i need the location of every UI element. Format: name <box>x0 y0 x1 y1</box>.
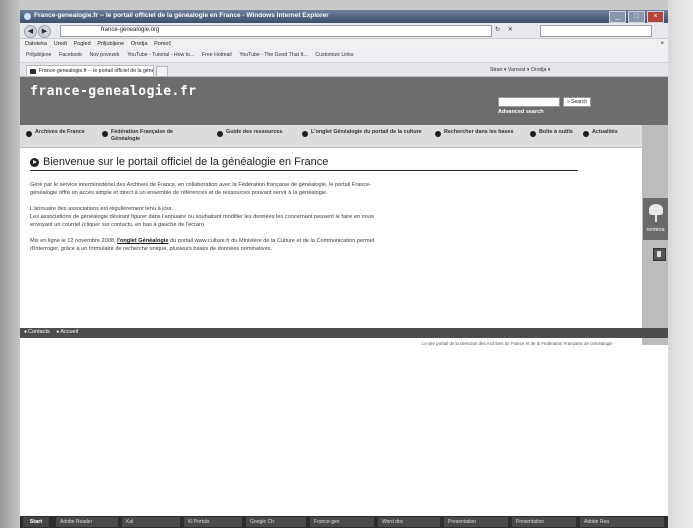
title-bar: France-genealogie.fr -- le portail offic… <box>20 10 668 23</box>
ie-logo-icon <box>24 13 31 20</box>
taskbar-item[interactable]: Adobe Reader <box>56 517 118 527</box>
monitor-bezel-right <box>668 0 693 528</box>
taskbar-item[interactable]: Kl Portals <box>184 517 242 527</box>
advanced-search-link[interactable]: Advanced search <box>498 109 544 115</box>
nav-item-rechercher[interactable]: Rechercher dans les bases <box>435 129 532 137</box>
footer-link-contacts[interactable]: Contacts <box>24 329 50 335</box>
paragraph-line: L'annuaire des associations est régulièr… <box>30 206 173 212</box>
paragraph-line: Mis en ligne le 12 novembre 2008, l'ongl… <box>30 237 630 245</box>
menu-item-help[interactable]: Pomoč <box>154 39 171 49</box>
site-search-input[interactable] <box>498 97 560 107</box>
command-bar[interactable]: Stran ▾ Varnost ▾ Orodja ▾ <box>490 65 550 76</box>
paragraph-line: Géré par le service interministériel des… <box>30 182 372 188</box>
nomina-label: nomina <box>646 227 665 233</box>
address-url: france-genealogie.org <box>101 27 160 33</box>
forward-button[interactable]: ▶ <box>38 25 51 38</box>
nomina-banner[interactable]: nomina <box>643 198 668 240</box>
browser-search-input[interactable] <box>540 25 652 37</box>
address-row: ◀ ▶ france-genealogie.org ↻ ✕ <box>20 23 668 39</box>
favorite-link[interactable]: YouTube - The Good That It... <box>239 49 307 62</box>
tab-active[interactable]: France-genealogie.fr -- le portail offic… <box>26 65 154 76</box>
taskbar-item[interactable]: Presentation <box>512 517 576 527</box>
taskbar-item[interactable]: France-gen <box>310 517 374 527</box>
paragraph-line: généalogie offre un accès simple et dire… <box>30 190 328 196</box>
main-content: Bienvenue sur le portail officiel de la … <box>30 156 630 253</box>
arrow-bullet-icon <box>30 158 39 167</box>
site-search-button[interactable]: » Search <box>563 97 591 107</box>
onglet-paragraph: Mis en ligne le 12 novembre 2008, l'ongl… <box>30 237 630 253</box>
paragraph-text: du portail www.culture.fr du Ministère d… <box>168 238 375 244</box>
nav-item-onglet[interactable]: L'onglet Généalogie du portail de la cul… <box>302 129 429 137</box>
menu-bar: Datoteka Uredi Pogled Priljubljene Orodj… <box>20 39 668 49</box>
window-controls: _ □ × <box>609 11 664 23</box>
site-logo[interactable]: france-genealogie.fr <box>30 84 197 99</box>
maximize-button[interactable]: □ <box>628 11 645 23</box>
taskbar: Start Adobe Reader Kal Kl Portals Google… <box>20 516 668 528</box>
paragraph-line: Les associations de généalogie désirant … <box>30 214 374 220</box>
minimize-button[interactable]: _ <box>609 11 626 23</box>
taskbar-item[interactable]: Word doc <box>378 517 440 527</box>
taskbar-item[interactable]: Presentation <box>444 517 508 527</box>
refresh-stop-controls[interactable]: ↻ ✕ <box>495 26 516 33</box>
paragraph-line: envoyant un courriel (cliquer sur contac… <box>30 222 206 228</box>
footer-link-accueil[interactable]: Accueil <box>56 329 78 335</box>
nav-item-archives[interactable]: Archives de France <box>26 129 95 137</box>
menu-item-edit[interactable]: Uredi <box>54 39 67 49</box>
site-nav: Archives de France Fédération Française … <box>20 125 668 148</box>
favorite-link[interactable]: Facebook <box>59 49 82 62</box>
paragraph-line: d'interroger, grâce à un formulaire de r… <box>30 246 273 252</box>
favorite-link[interactable]: Free Hotmail <box>202 49 232 62</box>
associations-paragraph: L'annuaire des associations est régulièr… <box>30 205 630 229</box>
back-button[interactable]: ◀ <box>24 25 37 38</box>
favorite-link[interactable]: Nov povezek <box>90 49 120 62</box>
tab-row: France-genealogie.fr -- le portail offic… <box>20 63 668 77</box>
nav-item-actualites[interactable]: Actualités <box>583 129 642 137</box>
site-footer: Contacts Accueil <box>20 328 668 338</box>
address-bar[interactable]: france-genealogie.org <box>60 25 492 37</box>
menu-item-tools[interactable]: Orodja <box>131 39 148 49</box>
menu-item-favorites[interactable]: Priljubljene <box>97 39 124 49</box>
nav-item-federation[interactable]: Fédération Française de Généalogie <box>102 129 201 142</box>
nav-item-boite[interactable]: Boîte à outils <box>530 129 579 137</box>
footer-note: Le site portail de la Direction des Arch… <box>422 341 613 346</box>
document-icon[interactable] <box>653 248 666 261</box>
monitor-bezel-left <box>0 0 20 528</box>
page-title-text: Bienvenue sur le portail officiel de la … <box>43 156 329 168</box>
taskbar-item[interactable]: Google Ch <box>246 517 306 527</box>
favorite-link[interactable]: YouTube - Tutorial - How to... <box>127 49 194 62</box>
start-button[interactable]: Start <box>23 517 49 527</box>
nav-item-guide[interactable]: Guide des ressources <box>217 129 284 137</box>
favorites-button[interactable]: Priljubljene <box>26 49 51 62</box>
menu-item-file[interactable]: Datoteka <box>25 39 47 49</box>
taskbar-item[interactable]: Kal <box>122 517 180 527</box>
browser-window: France-genealogie.fr -- le portail offic… <box>20 10 668 518</box>
intro-paragraph: Géré par le service interministériel des… <box>30 181 630 197</box>
window-title: France-genealogie.fr -- le portail offic… <box>34 12 329 19</box>
menu-item-view[interactable]: Pogled <box>74 39 91 49</box>
tree-trunk <box>655 214 657 222</box>
paragraph-text: Mis en ligne le 12 novembre 2008, <box>30 238 118 244</box>
favorite-link[interactable]: Customize Links <box>315 49 353 62</box>
favorites-bar: Priljubljene Facebook Nov povezek YouTub… <box>20 49 668 63</box>
taskbar-item[interactable]: Adobe Rea <box>580 517 664 527</box>
menubar-close-icon[interactable]: × <box>660 39 664 49</box>
site-header: france-genealogie.fr » Search Advanced s… <box>20 77 668 125</box>
close-button[interactable]: × <box>647 11 664 23</box>
footer-links: Contacts Accueil <box>24 329 83 335</box>
new-tab-button[interactable] <box>156 66 168 77</box>
onglet-genealogie-link[interactable]: l'onglet Généalogie <box>117 238 168 244</box>
page-title: Bienvenue sur le portail officiel de la … <box>30 156 578 171</box>
